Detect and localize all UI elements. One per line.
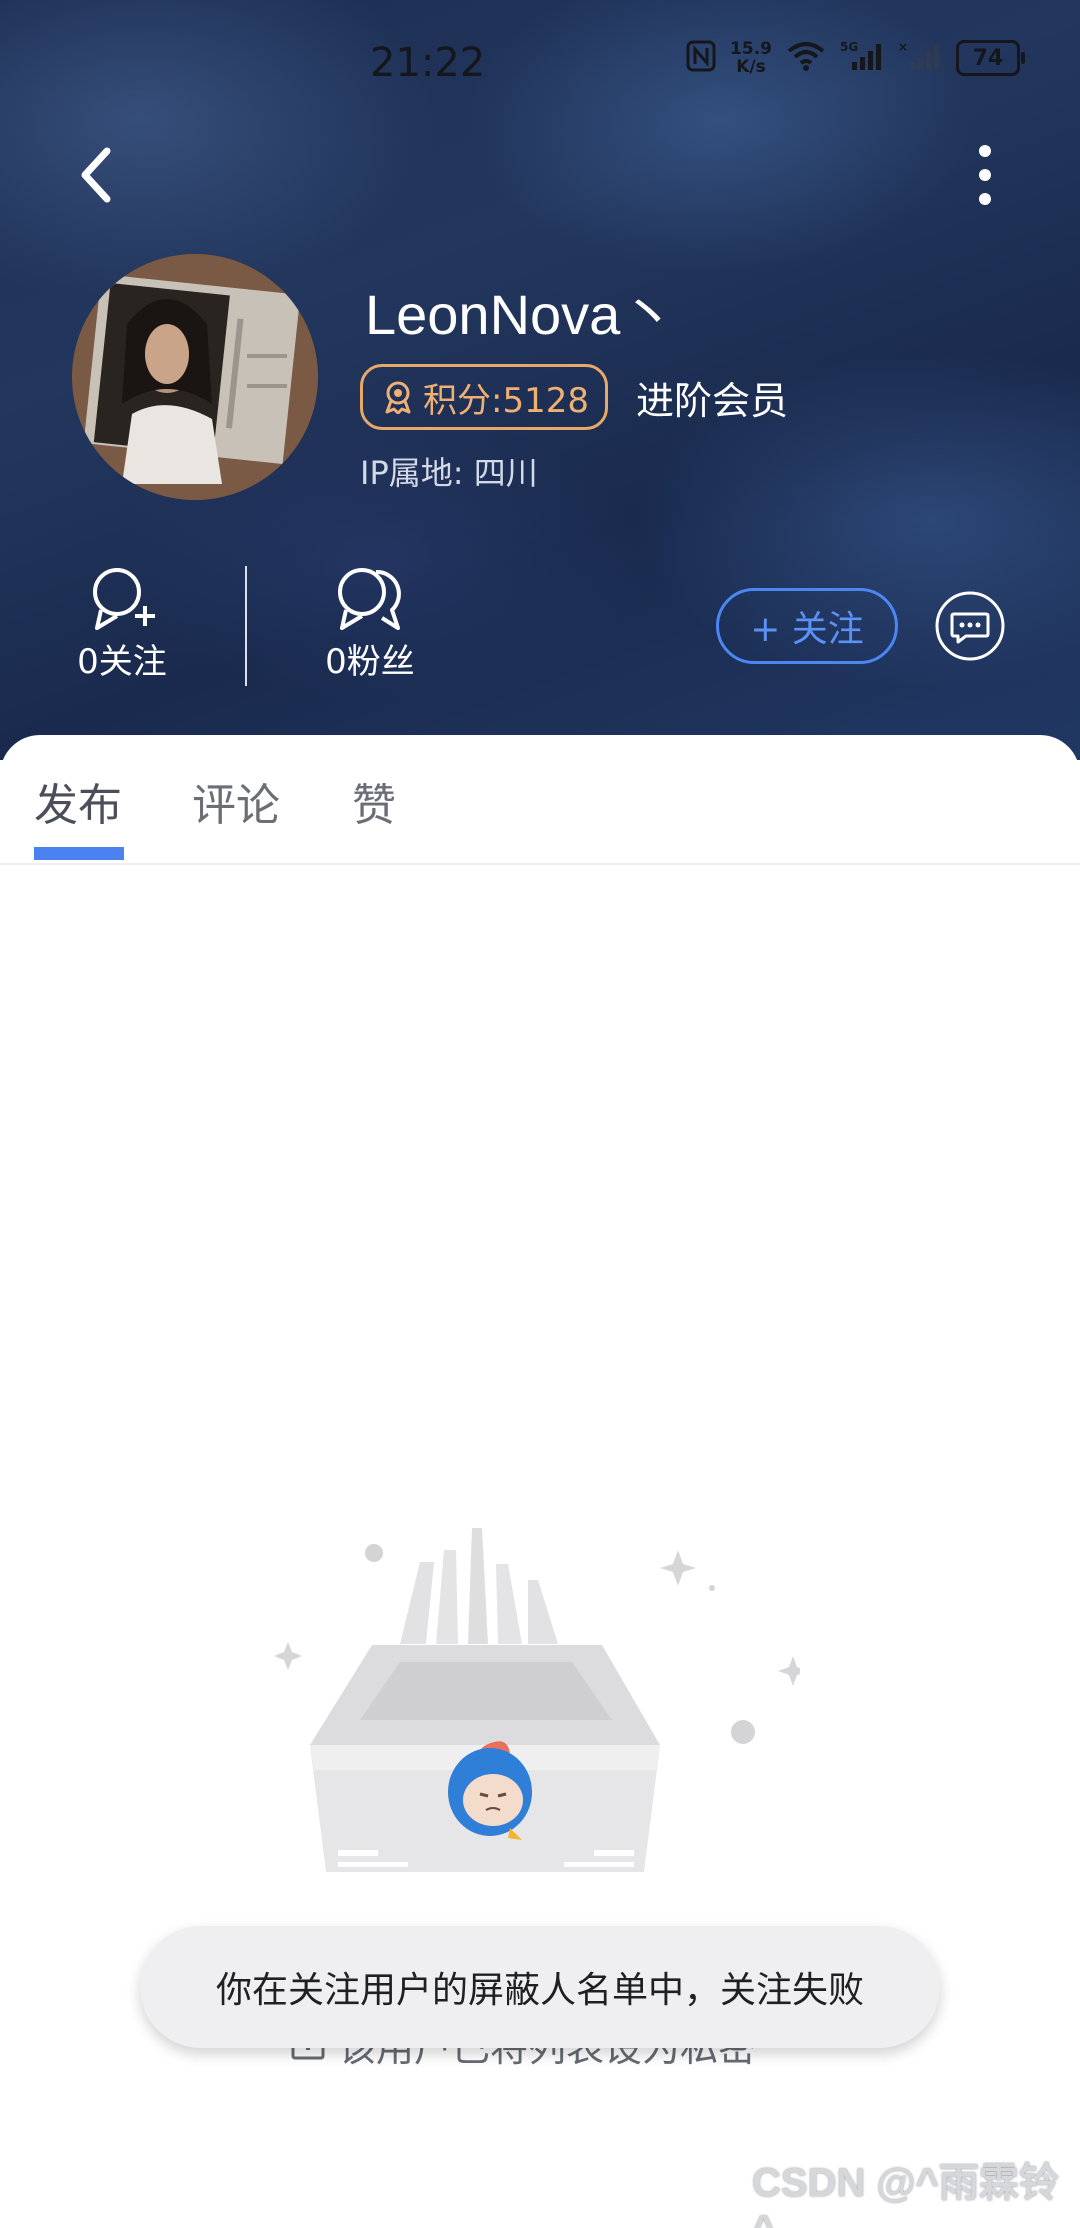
fans-stat[interactable]: 0粉丝 bbox=[280, 566, 460, 683]
medal-icon bbox=[383, 380, 413, 414]
svg-text:5G: 5G bbox=[840, 40, 858, 54]
member-level[interactable]: 进阶会员 bbox=[636, 370, 788, 425]
profile-header: 21:22 15.9 K/s 5G × 74 LeonNova丶 积分:5128… bbox=[0, 0, 1080, 760]
tab-active-indicator bbox=[34, 847, 124, 860]
fans-count: 0粉丝 bbox=[325, 642, 415, 682]
more-options-button[interactable] bbox=[950, 140, 1020, 210]
fans-icon bbox=[280, 566, 460, 632]
status-bar: 21:22 15.9 K/s 5G × 74 bbox=[0, 0, 1080, 120]
status-time: 21:22 bbox=[370, 40, 486, 86]
nfc-icon bbox=[686, 40, 716, 76]
tab-comments[interactable]: 评论 bbox=[192, 769, 280, 833]
wifi-icon bbox=[786, 41, 826, 75]
points-badge[interactable]: 积分:5128 bbox=[360, 364, 608, 430]
screen: 21:22 15.9 K/s 5G × 74 LeonNova丶 积分:5128… bbox=[0, 0, 1080, 2228]
username: LeonNova丶 bbox=[365, 283, 677, 346]
back-button[interactable] bbox=[60, 140, 130, 210]
tab-posts[interactable]: 发布 bbox=[34, 769, 122, 833]
watermark: CSDN @^雨霖铃^ bbox=[752, 2161, 1059, 2228]
following-stat[interactable]: 0关注 bbox=[32, 566, 212, 683]
points-label: 积分:5128 bbox=[423, 380, 589, 421]
avatar[interactable] bbox=[72, 254, 318, 500]
more-vertical-icon bbox=[979, 145, 991, 205]
ip-location: IP属地: 四川 bbox=[360, 454, 538, 492]
avatar-image bbox=[72, 254, 318, 500]
signal-5g-icon: 5G bbox=[840, 40, 884, 76]
tab-likes[interactable]: 赞 bbox=[352, 769, 396, 833]
net-speed: 15.9 K/s bbox=[730, 40, 772, 76]
signal-icon: × bbox=[898, 40, 942, 76]
chevron-left-icon bbox=[81, 147, 111, 203]
svg-text:×: × bbox=[898, 40, 908, 54]
follow-button[interactable]: + 关注 bbox=[716, 588, 898, 664]
stat-divider bbox=[245, 566, 247, 686]
toast-message: 你在关注用户的屏蔽人名单中，关注失败 bbox=[140, 1926, 940, 2048]
status-icons: 15.9 K/s 5G × 74 bbox=[686, 40, 1025, 76]
chat-bubble-icon bbox=[935, 591, 1005, 661]
empty-box-illustration bbox=[260, 1520, 808, 1940]
battery-icon: 74 bbox=[956, 40, 1025, 76]
following-count: 0关注 bbox=[77, 642, 167, 682]
net-speed-unit: K/s bbox=[736, 57, 766, 77]
user-add-icon bbox=[32, 566, 212, 632]
net-speed-value: 15.9 bbox=[730, 39, 772, 59]
tab-bar: 发布 评论 赞 bbox=[0, 735, 1080, 865]
battery-level: 74 bbox=[972, 45, 1004, 71]
message-button[interactable] bbox=[934, 590, 1006, 662]
